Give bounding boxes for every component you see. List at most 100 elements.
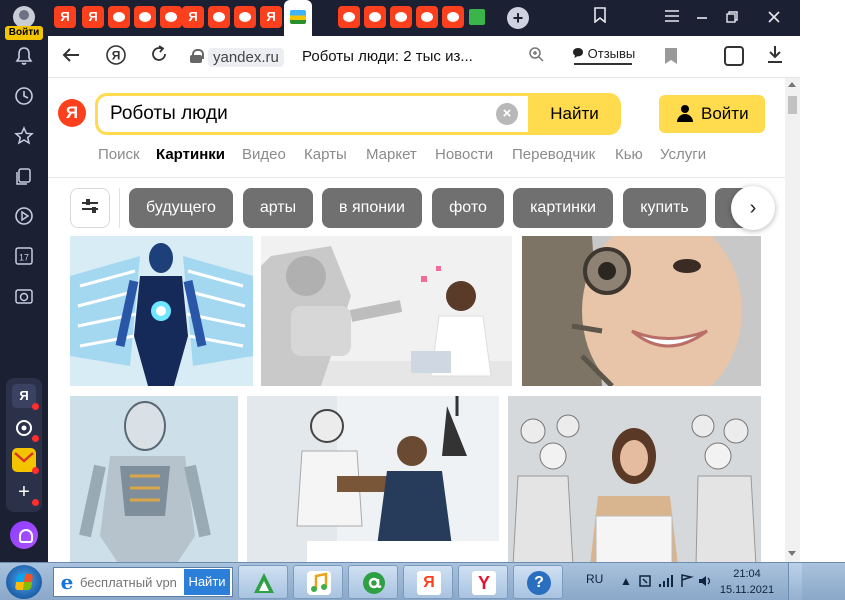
new-tab-button[interactable]: + xyxy=(507,7,529,29)
tabs-menu-icon[interactable] xyxy=(586,6,614,30)
tab-active-images[interactable] xyxy=(284,0,312,36)
image-result[interactable] xyxy=(522,236,761,386)
volume-icon[interactable] xyxy=(698,574,712,591)
avatar xyxy=(13,6,35,28)
tab-yandex-zen[interactable] xyxy=(234,6,256,28)
clear-icon[interactable]: × xyxy=(496,103,518,125)
taskbar-app-mail[interactable] xyxy=(348,565,398,599)
star-icon[interactable] xyxy=(10,126,38,154)
chevron-right-icon[interactable]: › xyxy=(731,186,775,230)
arrow-left-icon xyxy=(62,48,79,62)
sidebar-add-app[interactable]: + xyxy=(12,480,39,506)
collections-sidebar-icon[interactable] xyxy=(10,166,38,194)
tab-yandex[interactable]: Я xyxy=(54,6,76,28)
calendar-icon[interactable]: 17 xyxy=(10,246,38,274)
image-result[interactable] xyxy=(70,396,238,562)
windows-logo-icon xyxy=(14,574,34,590)
tab-yandex-zen[interactable] xyxy=(108,6,130,28)
network-icon[interactable] xyxy=(658,574,674,591)
history-icon[interactable] xyxy=(10,86,38,114)
download-icon[interactable] xyxy=(763,44,787,68)
image-result[interactable] xyxy=(508,396,761,562)
screen: Войти 17 Я + Я Я Я Я + Я yandex.ru Робот… xyxy=(0,0,845,600)
filters-button[interactable] xyxy=(70,188,110,228)
reload-button[interactable] xyxy=(146,44,172,70)
url-field[interactable]: yandex.ru Роботы люди: 2 тыс из... xyxy=(186,43,612,71)
tab-yandex-zen[interactable] xyxy=(134,6,156,28)
service-link-search[interactable]: Поиск xyxy=(98,146,140,163)
scroll-down-icon[interactable] xyxy=(788,551,796,556)
tab-green-site[interactable] xyxy=(469,9,485,25)
suggest-chip[interactable]: купить xyxy=(623,188,706,228)
tab-yandex[interactable]: Я xyxy=(182,6,204,28)
login-button[interactable]: Войти xyxy=(659,95,765,133)
service-link-maps[interactable]: Карты xyxy=(304,146,347,163)
taskbar-app-launcher[interactable] xyxy=(238,565,288,599)
sidebar-app-yandex[interactable]: Я xyxy=(12,384,39,410)
flag-icon[interactable] xyxy=(680,574,694,591)
service-link-news[interactable]: Новости xyxy=(435,146,493,163)
service-link-translate[interactable]: Переводчик xyxy=(512,146,595,163)
taskbar-app-music[interactable] xyxy=(293,565,343,599)
service-link-services[interactable]: Услуги xyxy=(660,146,706,163)
yandex-home-button[interactable]: Я xyxy=(103,44,129,70)
sidebar-app-mail[interactable] xyxy=(12,448,39,474)
taskbar-search-input[interactable] xyxy=(80,573,184,591)
tab-yandex[interactable]: Я xyxy=(82,6,104,28)
close-icon[interactable] xyxy=(760,6,788,30)
video-icon[interactable] xyxy=(10,206,38,234)
suggest-chip[interactable]: арты xyxy=(243,188,313,228)
search-input[interactable] xyxy=(110,101,490,127)
tray-expand-icon[interactable]: ▲ xyxy=(620,574,632,588)
image-result[interactable] xyxy=(247,396,499,562)
reload-icon xyxy=(152,45,166,61)
page-scrollbar[interactable] xyxy=(785,78,800,562)
yandex-logo[interactable]: Я xyxy=(58,99,86,127)
restore-icon[interactable] xyxy=(718,6,746,30)
bell-icon[interactable] xyxy=(10,46,38,74)
image-result[interactable] xyxy=(70,236,253,386)
browser-menu-icon[interactable] xyxy=(658,6,686,30)
tab-yandex-zen[interactable] xyxy=(208,6,230,28)
alice-assistant-icon[interactable] xyxy=(10,521,38,549)
tab-yandex-zen[interactable] xyxy=(160,6,182,28)
sidebar-login-button[interactable]: Войти xyxy=(5,4,43,40)
service-link-images[interactable]: Картинки xyxy=(156,146,225,163)
tab-yandex-zen[interactable] xyxy=(442,6,464,28)
taskbar-app-help[interactable]: ? xyxy=(513,565,563,599)
image-result[interactable] xyxy=(261,236,512,386)
suggest-chip[interactable]: в японии xyxy=(322,188,422,228)
search-button[interactable]: Найти xyxy=(528,93,621,135)
suggest-chip[interactable]: фото xyxy=(432,188,504,228)
tray-app-icon[interactable] xyxy=(638,574,652,591)
scroll-thumb[interactable] xyxy=(788,96,797,114)
browser-sidebar: Войти 17 Я + xyxy=(0,0,48,562)
tab-yandex-zen[interactable] xyxy=(416,6,438,28)
camera-icon[interactable] xyxy=(10,286,38,314)
start-button[interactable] xyxy=(6,565,42,599)
service-link-market[interactable]: Маркет xyxy=(366,146,417,163)
taskbar-search-button[interactable]: Найти xyxy=(184,569,230,595)
reviews-button[interactable]: Отзывы xyxy=(572,42,635,66)
bookmark-icon[interactable] xyxy=(665,48,677,64)
back-button[interactable] xyxy=(58,44,84,70)
tab-yandex-zen[interactable] xyxy=(338,6,360,28)
scroll-up-icon[interactable] xyxy=(788,82,796,87)
service-link-q[interactable]: Кью xyxy=(615,146,643,163)
minimize-icon[interactable] xyxy=(688,6,716,30)
tab-yandex-zen[interactable] xyxy=(390,6,412,28)
tab-yandex-zen[interactable] xyxy=(364,6,386,28)
tab-yandex[interactable]: Я xyxy=(260,6,282,28)
suggest-chip[interactable]: картинки xyxy=(513,188,613,228)
sidebar-app-messenger[interactable] xyxy=(12,416,39,442)
taskbar-app-yandex-browser[interactable]: Я xyxy=(403,565,453,599)
collections-icon[interactable] xyxy=(724,46,744,66)
service-link-video[interactable]: Видео xyxy=(242,146,286,163)
taskbar-app-yandex[interactable]: Y xyxy=(458,565,508,599)
system-clock[interactable]: 21:04 15.11.2021 xyxy=(715,566,779,598)
suggest-chip[interactable]: будущего xyxy=(129,188,233,228)
zoom-icon[interactable] xyxy=(526,46,546,66)
language-indicator[interactable]: RU xyxy=(586,572,603,586)
sidebar-login-label: Войти xyxy=(5,26,43,40)
show-desktop-button[interactable] xyxy=(788,563,802,600)
